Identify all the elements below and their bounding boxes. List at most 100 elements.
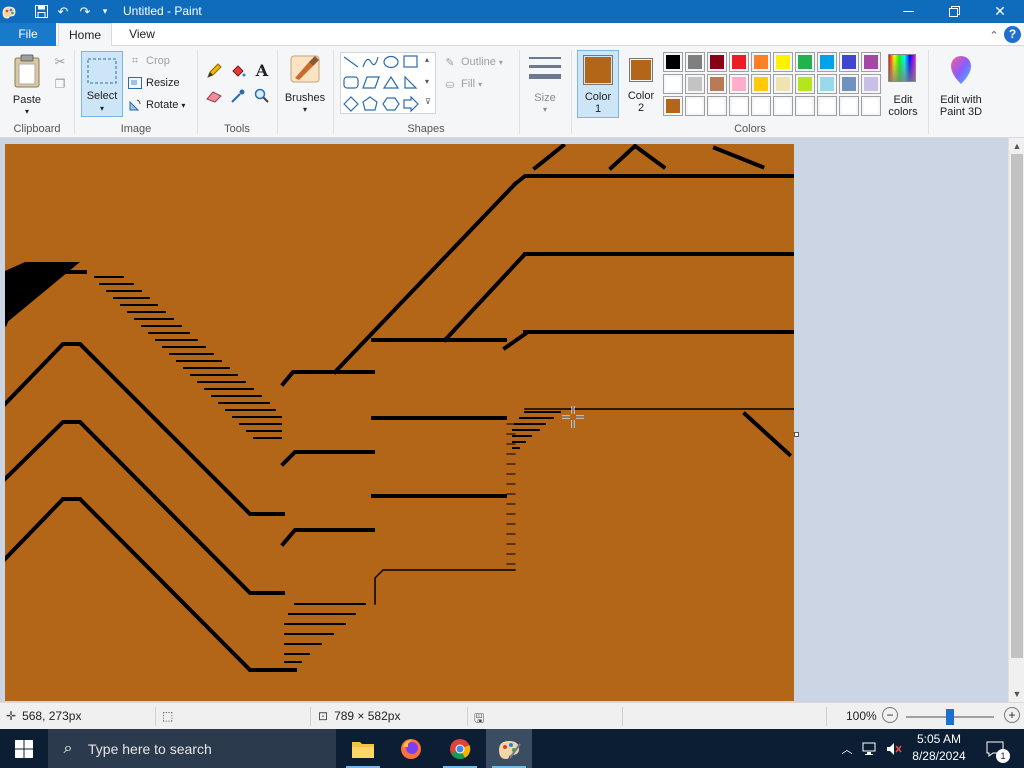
palette-swatch[interactable] — [729, 52, 749, 72]
notification-center-icon[interactable]: 1 — [980, 729, 1010, 768]
canvas-workspace[interactable] — [0, 138, 1008, 702]
maximize-button[interactable] — [931, 0, 977, 23]
canvas-resize-handle[interactable] — [794, 432, 799, 437]
shapes-scroll-down-icon[interactable]: ▾ — [425, 77, 429, 86]
palette-swatch[interactable] — [729, 74, 749, 94]
palette-swatch[interactable] — [795, 52, 815, 72]
color1-swatch — [583, 55, 613, 85]
windows-taskbar: ⌕ Type here to search ︿ 5:05 AM 8/28/202… — [0, 729, 1024, 768]
palette-swatch[interactable] — [707, 52, 727, 72]
palette-swatch[interactable] — [685, 96, 705, 116]
save-icon[interactable] — [32, 3, 50, 20]
close-button[interactable]: ✕ — [977, 0, 1023, 23]
cut-icon[interactable]: ✂ — [50, 52, 70, 72]
palette-swatch[interactable] — [773, 96, 793, 116]
palette-swatch[interactable] — [663, 96, 683, 116]
paste-button[interactable]: Paste ▾ — [6, 50, 48, 116]
system-clock[interactable]: 5:05 AM 8/28/2024 — [902, 731, 976, 765]
magnifier-icon[interactable] — [252, 86, 272, 106]
zoom-out-icon[interactable]: − — [882, 707, 898, 723]
redo-icon[interactable]: ↷ — [76, 3, 94, 20]
palette-swatch[interactable] — [773, 74, 793, 94]
edit-with-paint3d-button[interactable]: Edit with Paint 3D — [934, 50, 988, 120]
brushes-dropdown-icon[interactable]: ▾ — [283, 104, 327, 116]
palette-swatch[interactable] — [707, 74, 727, 94]
palette-swatch[interactable] — [751, 74, 771, 94]
shapes-expand-icon[interactable]: ⊽ — [425, 97, 431, 106]
rotate-icon — [128, 98, 142, 112]
palette-swatch[interactable] — [751, 52, 771, 72]
resize-button[interactable]: Resize — [128, 74, 180, 92]
size-button[interactable]: Size ▾ — [525, 50, 565, 120]
paste-label: Paste — [12, 94, 42, 106]
paint-app-icon[interactable] — [0, 3, 18, 20]
pencil-icon[interactable] — [204, 61, 224, 81]
palette-swatch[interactable] — [685, 52, 705, 72]
palette-swatch[interactable] — [861, 52, 881, 72]
minimize-button[interactable] — [885, 0, 931, 23]
paint3d-line1: Edit with — [940, 94, 982, 106]
palette-swatch[interactable] — [663, 74, 683, 94]
scroll-up-icon[interactable]: ▲ — [1009, 138, 1024, 154]
firefox-taskbar-button[interactable] — [388, 729, 434, 768]
palette-swatch[interactable] — [795, 96, 815, 116]
color-picker-icon[interactable] — [228, 86, 248, 106]
palette-swatch[interactable] — [795, 74, 815, 94]
tab-home[interactable]: Home — [58, 23, 112, 46]
palette-swatch[interactable] — [861, 74, 881, 94]
text-icon[interactable]: A — [252, 60, 272, 80]
clipboard-icon — [14, 54, 40, 88]
paste-dropdown-icon[interactable]: ▾ — [6, 106, 48, 118]
tab-file[interactable]: File — [0, 23, 56, 46]
collapse-ribbon-icon[interactable]: ⌃ — [986, 27, 1002, 43]
palette-swatch[interactable] — [751, 96, 771, 116]
brushes-button[interactable]: Brushes ▾ — [283, 50, 327, 120]
palette-swatch[interactable] — [685, 74, 705, 94]
eraser-icon[interactable] — [204, 86, 224, 106]
network-icon[interactable] — [860, 729, 880, 768]
chrome-taskbar-button[interactable] — [437, 729, 483, 768]
customize-quick-access-icon[interactable]: ▾ — [96, 3, 114, 20]
edit-colors-button[interactable]: Edit colors — [882, 50, 924, 120]
start-button[interactable] — [0, 729, 48, 768]
palette-swatch[interactable] — [817, 52, 837, 72]
paint-icon — [499, 740, 521, 759]
palette-swatch[interactable] — [663, 52, 683, 72]
crop-button[interactable]: ⌗ Crop — [128, 52, 170, 70]
tab-view[interactable]: View — [116, 23, 168, 46]
palette-swatch[interactable] — [817, 96, 837, 116]
drawing-canvas[interactable] — [5, 144, 794, 701]
palette-swatch[interactable] — [839, 52, 859, 72]
shapes-gallery[interactable]: ▴ ▾ ⊽ — [340, 52, 436, 114]
scroll-thumb[interactable] — [1011, 154, 1023, 658]
undo-icon[interactable]: ↶ — [54, 3, 72, 20]
outline-button[interactable]: ✎ Outline ▾ — [443, 53, 502, 71]
color1-button[interactable]: Color 1 — [577, 50, 619, 118]
palette-swatch[interactable] — [839, 74, 859, 94]
palette-swatch[interactable] — [839, 96, 859, 116]
taskbar-search-box[interactable]: ⌕ Type here to search — [48, 729, 336, 768]
color2-button[interactable]: Color 2 — [621, 50, 661, 118]
zoom-in-icon[interactable]: + — [1004, 707, 1020, 723]
select-dropdown-icon[interactable]: ▾ — [82, 103, 122, 115]
fill-button[interactable]: ⛀ Fill ▾ — [443, 75, 482, 93]
help-icon[interactable]: ? — [1004, 26, 1021, 43]
rotate-button[interactable]: Rotate ▾ — [128, 96, 185, 114]
volume-muted-icon[interactable] — [884, 729, 904, 768]
palette-swatch[interactable] — [817, 74, 837, 94]
zoom-slider-thumb[interactable] — [946, 709, 954, 725]
palette-swatch[interactable] — [861, 96, 881, 116]
file-explorer-taskbar-button[interactable] — [340, 729, 386, 768]
scroll-down-icon[interactable]: ▼ — [1009, 686, 1024, 702]
fill-bucket-icon[interactable] — [228, 61, 248, 81]
vertical-scrollbar[interactable]: ▲ ▼ — [1008, 138, 1024, 702]
paint-taskbar-button[interactable] — [486, 729, 532, 768]
palette-swatch[interactable] — [773, 52, 793, 72]
show-hidden-icons-icon[interactable]: ︿ — [838, 729, 856, 768]
copy-icon[interactable]: ❐ — [50, 74, 70, 94]
select-button[interactable]: Select ▾ — [81, 51, 123, 117]
rotate-dropdown-icon[interactable]: ▾ — [181, 101, 185, 110]
shapes-scroll-up-icon[interactable]: ▴ — [425, 55, 429, 64]
palette-swatch[interactable] — [707, 96, 727, 116]
palette-swatch[interactable] — [729, 96, 749, 116]
